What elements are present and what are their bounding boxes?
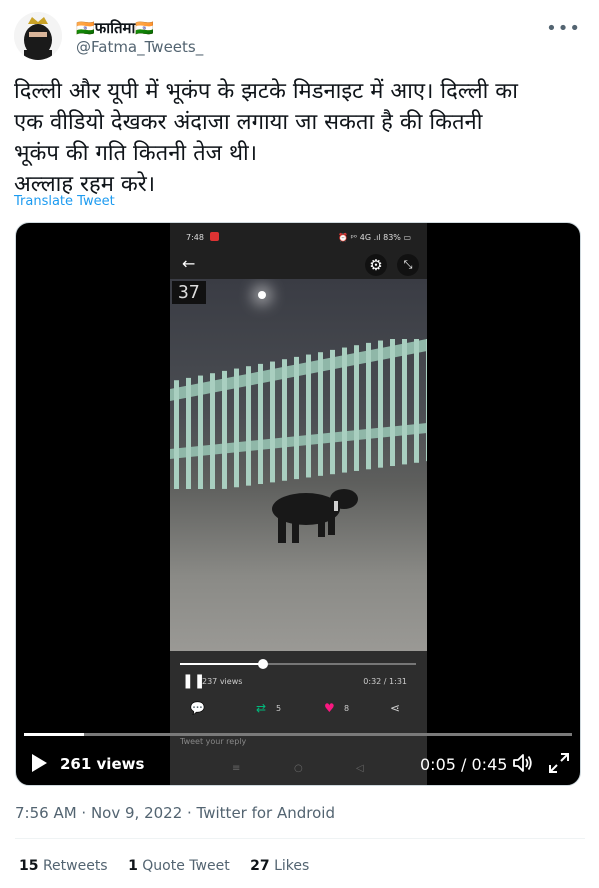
street-light: [258, 291, 266, 299]
divider: [15, 838, 585, 839]
translate-tweet-link[interactable]: Translate Tweet: [14, 194, 115, 209]
video-progress-fill: [24, 733, 85, 736]
video-time: 0:05 / 0:45: [420, 755, 508, 774]
phone-status-bar: 7:48 ⏰ ᵖᵒ 4G .ıl 83% ▭: [170, 223, 427, 251]
tweet-text: दिल्ली और यूपी में भूकंप के झटके मिडनाइट…: [14, 79, 518, 197]
volume-icon[interactable]: [512, 752, 534, 774]
video-view-count: 261 views: [60, 755, 145, 773]
more-options-icon[interactable]: •••: [546, 18, 581, 39]
tweet-stats: 15 Retweets 1 Quote Tweet 27 Likes: [19, 858, 325, 874]
phone-views: 237 views: [202, 677, 243, 686]
expand-icon: ⤡: [397, 254, 419, 276]
phone-progress-knob: [257, 659, 268, 669]
video-player[interactable]: 7:48 ⏰ ᵖᵒ 4G .ıl 83% ▭ ← ⚙ ⤡ 37 ❚❚ 237 v…: [15, 222, 581, 786]
retweets-label: Retweets: [42, 858, 108, 874]
quotes-label: Quote Tweet: [142, 858, 230, 874]
fullscreen-icon[interactable]: [548, 752, 570, 774]
video-frame: 7:48 ⏰ ᵖᵒ 4G .ıl 83% ▭ ← ⚙ ⤡ 37 ❚❚ 237 v…: [170, 223, 427, 785]
likes-count: 27: [250, 858, 270, 874]
tweet-timestamp[interactable]: 7:56 AM · Nov 9, 2022 · Twitter for Andr…: [15, 804, 335, 822]
record-icon: [210, 232, 219, 241]
retweets-stat[interactable]: 15 Retweets: [19, 858, 108, 874]
phone-status-time: 7:48: [186, 233, 204, 242]
video-content: 37: [170, 279, 427, 651]
retweets-count: 15: [19, 858, 39, 874]
home-nav-icon: ○: [294, 763, 303, 774]
reply-icon: 💬: [190, 701, 205, 715]
video-progress-bar[interactable]: [24, 733, 572, 736]
phone-progress-track: [180, 659, 416, 669]
video-counter-overlay: 37: [172, 281, 206, 304]
user-handle[interactable]: @Fatma_Tweets_: [76, 38, 203, 56]
play-icon[interactable]: [30, 753, 48, 773]
phone-progress-fill: [180, 663, 263, 665]
back-nav-icon: ◁: [356, 763, 364, 774]
gear-icon: ⚙: [365, 254, 387, 276]
phone-time: 0:32 / 1:31: [363, 677, 407, 686]
phone-retweet-count: 5: [276, 704, 282, 713]
phone-video-toolbar: ← ⚙ ⤡: [170, 251, 427, 279]
quotes-stat[interactable]: 1 Quote Tweet: [128, 858, 230, 874]
share-icon: ⋖: [390, 701, 401, 715]
back-arrow-icon: ←: [182, 254, 196, 273]
phone-status-icons: ⏰ ᵖᵒ 4G .ıl 83% ▭: [337, 233, 411, 242]
phone-video-controls: ❚❚ 237 views 0:32 / 1:31 💬 ⇄ 5 ♥ 8 ⋖ Twe…: [170, 651, 427, 785]
phone-actions-row: 💬 ⇄ 5 ♥ 8 ⋖: [170, 701, 427, 721]
tweet-header: 🇮🇳फातिमा🇮🇳 @Fatma_Tweets_ •••: [14, 12, 585, 64]
avatar[interactable]: [14, 12, 62, 60]
retweet-icon: ⇄: [256, 701, 267, 715]
dog-figure: [272, 489, 358, 543]
fence-graphic: [170, 339, 427, 489]
heart-icon: ♥: [324, 701, 335, 715]
likes-label: Likes: [274, 858, 310, 874]
phone-like-count: 8: [344, 704, 350, 713]
quotes-count: 1: [128, 858, 138, 874]
phone-reply-placeholder: Tweet your reply: [180, 737, 247, 746]
likes-stat[interactable]: 27 Likes: [250, 858, 309, 874]
avatar-image: [14, 12, 62, 60]
display-name[interactable]: 🇮🇳फातिमा🇮🇳: [76, 18, 154, 38]
menu-nav-icon: ≡: [232, 763, 241, 774]
